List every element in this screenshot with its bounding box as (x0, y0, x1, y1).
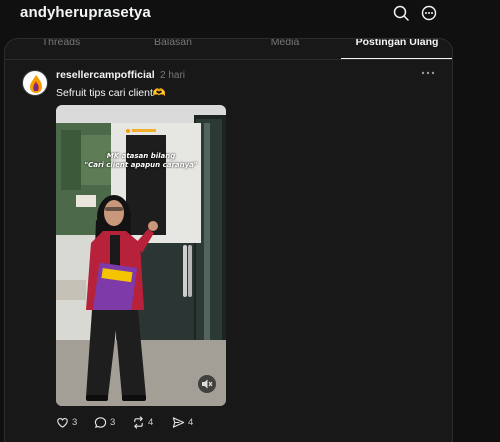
share-button[interactable]: 4 (172, 414, 193, 430)
repost-button[interactable]: 4 (132, 414, 153, 430)
reseller-camp-logo (30, 75, 42, 93)
reply-count: 3 (110, 416, 116, 428)
reply-button[interactable]: 3 (94, 414, 115, 430)
video-caption-line-2: "Cari client apapun caranya" (84, 161, 198, 169)
speaker-muted-icon (202, 379, 213, 389)
tab-threads[interactable]: Threads (5, 39, 117, 58)
send-icon (172, 416, 185, 428)
share-count: 4 (188, 416, 194, 428)
profile-tabs: Threads Balasan Media Postingan Ulang (5, 39, 452, 60)
more-options-icon[interactable] (420, 68, 436, 78)
mute-button[interactable] (198, 375, 216, 393)
repost-count: 4 (148, 416, 154, 428)
repost-icon (134, 415, 143, 429)
post-author[interactable]: resellercampofficial (56, 69, 155, 81)
post-actions: 3 3 4 4 (56, 414, 256, 430)
profile-header: andyheruprasetya (0, 0, 500, 30)
search-icon[interactable] (393, 5, 409, 21)
tab-postingan-ulang[interactable]: Postingan Ulang (341, 39, 452, 59)
more-circle-icon[interactable] (421, 5, 437, 21)
video-caption-line-1: MK atasan bilang (106, 152, 176, 160)
tab-balasan[interactable]: Balasan (117, 39, 229, 58)
post-time: 2 hari (160, 70, 186, 81)
video-frame-illustration (56, 105, 226, 406)
profile-feed-card: Threads Balasan Media Postingan Ulang re… (4, 38, 453, 442)
like-button[interactable]: 3 (56, 414, 77, 430)
heart-icon (57, 417, 68, 428)
like-count: 3 (72, 416, 78, 428)
post-video[interactable]: MK atasan bilang "Cari client apapun car… (56, 105, 226, 406)
profile-username: andyheruprasetya (20, 4, 151, 21)
tab-media[interactable]: Media (229, 39, 341, 58)
avatar[interactable] (22, 70, 48, 96)
post-text: Sefruit tips cari client🫶 (56, 87, 166, 99)
comment-icon (94, 416, 107, 428)
